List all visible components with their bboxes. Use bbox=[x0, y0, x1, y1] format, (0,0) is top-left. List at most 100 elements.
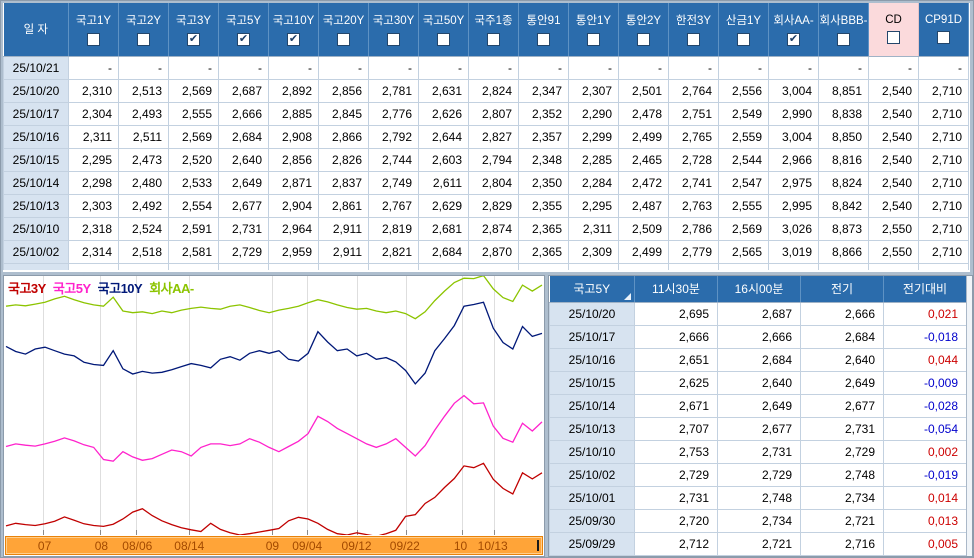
rate-cell: 2,524 bbox=[119, 217, 169, 240]
series-checkbox-산금1Y[interactable] bbox=[737, 33, 750, 46]
detail-row[interactable]: 25/10/172,6662,6662,684-0,018 bbox=[550, 325, 967, 348]
table-row[interactable]: 25/10/102,3182,5242,5912,7312,9642,9112,… bbox=[4, 217, 969, 240]
column-header-CP91D[interactable]: CP91D bbox=[919, 3, 969, 56]
column-header-통안1Y[interactable]: 통안1Y bbox=[569, 3, 619, 56]
column-header-국고5Y[interactable]: 국고5Y✔ bbox=[219, 3, 269, 56]
series-checkbox-국고1Y[interactable] bbox=[87, 33, 100, 46]
rate-cell: 3,004 bbox=[769, 125, 819, 148]
chart-x-axis-scrollbar[interactable]: 070808/0608/140909/0409/1209/221010/13 bbox=[5, 536, 543, 555]
table-row[interactable]: 25/10/022,3142,5182,5812,7292,9592,9112,… bbox=[4, 240, 969, 263]
legend-item-국고5Y: 국고5Y bbox=[53, 281, 91, 296]
x-axis-label: 10 bbox=[454, 539, 467, 553]
rate-cell: - bbox=[869, 56, 919, 79]
detail-column-header-4[interactable]: 전기대비 bbox=[884, 276, 967, 302]
x-axis-label: 08 bbox=[95, 539, 108, 553]
detail-value: 2,731 bbox=[718, 440, 801, 463]
series-checkbox-한전3Y[interactable] bbox=[687, 33, 700, 46]
column-label: 통안91 bbox=[527, 12, 561, 28]
detail-row[interactable]: 25/10/102,7532,7312,7290,002 bbox=[550, 440, 967, 463]
series-checkbox-국고50Y[interactable] bbox=[437, 33, 450, 46]
column-header-국고3Y[interactable]: 국고3Y✔ bbox=[169, 3, 219, 56]
rate-cell: 2,728 bbox=[669, 148, 719, 171]
row-date: 25/10/20 bbox=[4, 79, 69, 102]
table-row[interactable]: 25/10/172,3042,4932,5552,6662,8852,8452,… bbox=[4, 102, 969, 125]
rate-cell: 2,644 bbox=[419, 125, 469, 148]
legend-item-회사AA-: 회사AA- bbox=[149, 281, 194, 296]
detail-row[interactable]: 25/09/292,7122,7212,7160,005 bbox=[550, 532, 967, 555]
detail-column-header-3[interactable]: 전기 bbox=[801, 276, 884, 302]
series-checkbox-통안1Y[interactable] bbox=[587, 33, 600, 46]
rate-cell: 2,710 bbox=[919, 102, 969, 125]
detail-column-header-0[interactable]: 국고5Y bbox=[550, 276, 635, 302]
column-header-통안2Y[interactable]: 통안2Y bbox=[619, 3, 669, 56]
rate-cell: 2,559 bbox=[719, 125, 769, 148]
table-row[interactable]: 25/10/21------------------ bbox=[4, 56, 969, 79]
detail-row[interactable]: 25/09/302,7202,7342,7210,013 bbox=[550, 509, 967, 532]
column-header-회사AA-[interactable]: 회사AA-✔ bbox=[769, 3, 819, 56]
series-checkbox-국고2Y[interactable] bbox=[137, 33, 150, 46]
rate-cell: 2,710 bbox=[919, 148, 969, 171]
rate-cell: 2,350 bbox=[519, 171, 569, 194]
detail-row[interactable]: 25/10/162,6512,6842,6400,044 bbox=[550, 348, 967, 371]
table-row[interactable]: 25/10/202,3102,5132,5692,6872,8922,8562,… bbox=[4, 79, 969, 102]
rate-cell: 2,493 bbox=[119, 102, 169, 125]
rate-cell: 2,533 bbox=[169, 171, 219, 194]
column-header-산금1Y[interactable]: 산금1Y bbox=[719, 3, 769, 56]
rate-cell: 8,851 bbox=[819, 79, 869, 102]
detail-value: 2,734 bbox=[718, 509, 801, 532]
detail-value: 2,651 bbox=[635, 348, 718, 371]
rate-cell: 2,765 bbox=[669, 125, 719, 148]
detail-row[interactable]: 25/10/012,7312,7482,7340,014 bbox=[550, 486, 967, 509]
column-header-국고2Y[interactable]: 국고2Y bbox=[119, 3, 169, 56]
table-row[interactable]: 25/10/132,3032,4922,5542,6772,9042,8612,… bbox=[4, 194, 969, 217]
series-checkbox-국주1종[interactable] bbox=[487, 33, 500, 46]
detail-date: 25/09/29 bbox=[550, 532, 635, 555]
rate-cell: 2,569 bbox=[169, 125, 219, 148]
rate-cell: 2,307 bbox=[569, 79, 619, 102]
detail-value: 2,649 bbox=[718, 394, 801, 417]
column-header-국주1종[interactable]: 국주1종 bbox=[469, 3, 519, 56]
column-header-국고1Y[interactable]: 국고1Y bbox=[69, 3, 119, 56]
rates-line-chart bbox=[4, 276, 544, 535]
column-header-국고50Y[interactable]: 국고50Y bbox=[419, 3, 469, 56]
column-header-회사BBB-[interactable]: 회사BBB- bbox=[819, 3, 869, 56]
detail-row[interactable]: 25/10/142,6712,6492,677-0,028 bbox=[550, 394, 967, 417]
series-checkbox-회사AA-[interactable]: ✔ bbox=[787, 33, 800, 46]
column-label: 국고1Y bbox=[76, 12, 111, 28]
series-checkbox-통안2Y[interactable] bbox=[637, 33, 650, 46]
detail-row[interactable]: 25/10/152,6252,6402,649-0,009 bbox=[550, 371, 967, 394]
vertical-scrollbar-track[interactable] bbox=[966, 276, 972, 556]
series-checkbox-국고5Y[interactable]: ✔ bbox=[237, 33, 250, 46]
column-header-국고20Y[interactable]: 국고20Y bbox=[319, 3, 369, 56]
detail-column-header-2[interactable]: 16시00분 bbox=[718, 276, 801, 302]
detail-value: 2,640 bbox=[801, 348, 884, 371]
series-checkbox-회사BBB-[interactable] bbox=[837, 33, 850, 46]
table-row[interactable]: 25/10/152,2952,4732,5202,6402,8562,8262,… bbox=[4, 148, 969, 171]
detail-column-header-1[interactable]: 11시30분 bbox=[635, 276, 718, 302]
detail-row[interactable]: 25/10/202,6952,6872,6660,021 bbox=[550, 302, 967, 325]
series-checkbox-국고30Y[interactable] bbox=[387, 33, 400, 46]
series-checkbox-CP91D[interactable] bbox=[937, 31, 950, 44]
column-header-국고10Y[interactable]: 국고10Y✔ bbox=[269, 3, 319, 56]
rate-cell: 2,311 bbox=[569, 217, 619, 240]
rate-cell: 2,365 bbox=[519, 240, 569, 263]
series-checkbox-CD[interactable] bbox=[887, 31, 900, 44]
series-checkbox-통안91[interactable] bbox=[537, 33, 550, 46]
detail-row[interactable]: 25/10/132,7072,6772,731-0,054 bbox=[550, 417, 967, 440]
series-checkbox-국고20Y[interactable] bbox=[337, 33, 350, 46]
series-checkbox-국고10Y[interactable]: ✔ bbox=[287, 33, 300, 46]
column-header-CD[interactable]: CD bbox=[869, 3, 919, 56]
rates-chart-panel: 국고3Y국고5Y국고10Y회사AA- 070808/0608/140909/04… bbox=[3, 275, 545, 557]
column-header-국고30Y[interactable]: 국고30Y bbox=[369, 3, 419, 56]
table-row[interactable]: 25/10/162,3112,5112,5692,6842,9082,8662,… bbox=[4, 125, 969, 148]
detail-date: 25/09/30 bbox=[550, 509, 635, 532]
rate-cell: 2,355 bbox=[519, 194, 569, 217]
table-row[interactable]: 25/10/142,2982,4802,5332,6492,8712,8372,… bbox=[4, 171, 969, 194]
series-checkbox-국고3Y[interactable]: ✔ bbox=[187, 33, 200, 46]
detail-value: 2,712 bbox=[635, 532, 718, 555]
column-header-한전3Y[interactable]: 한전3Y bbox=[669, 3, 719, 56]
rate-cell: 2,550 bbox=[869, 217, 919, 240]
x-axis-label: 09 bbox=[266, 539, 279, 553]
column-header-통안91[interactable]: 통안91 bbox=[519, 3, 569, 56]
detail-row[interactable]: 25/10/022,7292,7292,748-0,019 bbox=[550, 463, 967, 486]
